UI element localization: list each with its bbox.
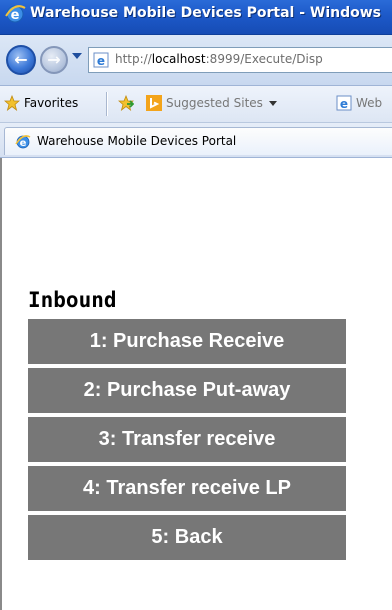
web-slice-label: Web — [356, 96, 383, 110]
tab-strip: e Warehouse Mobile Devices Portal — [0, 123, 392, 158]
svg-text:e: e — [20, 138, 27, 149]
address-url: http://localhost:8999/Execute/Disp — [115, 52, 323, 66]
forward-arrow-icon: → — [47, 50, 61, 69]
window-title-bar: e Warehouse Mobile Devices Portal - Wind… — [0, 0, 392, 35]
chevron-down-icon — [268, 100, 277, 106]
suggested-sites-label: Suggested Sites — [166, 96, 263, 110]
bing-icon — [146, 95, 162, 111]
favorites-button[interactable]: Favorites — [4, 95, 78, 111]
tab-title: Warehouse Mobile Devices Portal — [37, 134, 237, 148]
forward-button[interactable]: → — [40, 46, 68, 74]
svg-text:e: e — [340, 97, 348, 111]
ie-icon: e — [5, 5, 26, 23]
inbound-menu: 1: Purchase Receive 2: Purchase Put-away… — [28, 319, 346, 564]
page-icon: e — [93, 52, 109, 68]
add-to-favorites-bar-button[interactable] — [118, 95, 138, 111]
address-bar[interactable]: e http://localhost:8999/Execute/Disp — [88, 47, 392, 73]
favorites-bar: Favorites Suggested Sites e Web — [0, 86, 392, 123]
address-rest: :8999/Execute/Disp — [205, 52, 323, 66]
page-content: Inbound 1: Purchase Receive 2: Purchase … — [0, 158, 392, 610]
page-heading: Inbound — [28, 288, 117, 312]
recent-pages-dropdown[interactable] — [72, 53, 82, 59]
back-button[interactable]: ← — [6, 45, 36, 75]
svg-text:e: e — [97, 54, 105, 68]
add-favorite-icon — [118, 95, 134, 111]
star-icon — [4, 95, 20, 111]
favorites-label: Favorites — [24, 96, 79, 110]
address-host: localhost — [151, 52, 206, 66]
navigation-bar: ← → e http://localhost:8999/Execute/Disp — [0, 35, 392, 86]
transfer-receive-lp-button[interactable]: 4: Transfer receive LP — [28, 466, 346, 511]
back-menu-button[interactable]: 5: Back — [28, 515, 346, 560]
transfer-receive-button[interactable]: 3: Transfer receive — [28, 417, 346, 462]
ie-tab-icon: e — [15, 135, 31, 149]
address-prefix: http:// — [115, 52, 152, 66]
back-arrow-icon: ← — [14, 50, 28, 69]
purchase-receive-button[interactable]: 1: Purchase Receive — [28, 319, 346, 364]
favorites-separator — [106, 92, 108, 116]
suggested-sites-button[interactable]: Suggested Sites — [146, 95, 277, 111]
web-slice-gallery-button[interactable]: e Web — [336, 95, 382, 111]
web-slice-icon: e — [336, 95, 352, 111]
purchase-put-away-button[interactable]: 2: Purchase Put-away — [28, 368, 346, 413]
window-title: Warehouse Mobile Devices Portal - Window… — [30, 5, 382, 21]
tab-warehouse-portal[interactable]: e Warehouse Mobile Devices Portal — [4, 127, 392, 155]
